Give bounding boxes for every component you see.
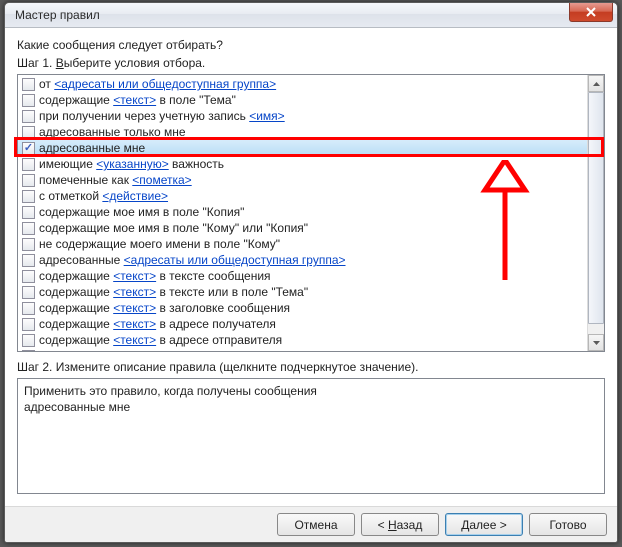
condition-link[interactable]: <текст> <box>113 285 156 299</box>
condition-checkbox[interactable] <box>22 158 35 171</box>
condition-text: адресованные мне <box>39 141 145 155</box>
back-button[interactable]: < Назад <box>361 513 439 536</box>
condition-checkbox[interactable] <box>22 206 35 219</box>
condition-row[interactable]: с отметкой <действие> <box>18 188 587 204</box>
close-button[interactable] <box>569 3 613 22</box>
condition-text: адресованные <адресаты или общедоступная… <box>39 253 346 267</box>
condition-text: не содержащие моего имени в поле "Кому" <box>39 237 280 251</box>
condition-link[interactable]: <адресаты или общедоступная группа> <box>124 253 346 267</box>
condition-row[interactable]: содержащие <текст> в поле "Тема" <box>18 92 587 108</box>
condition-checkbox[interactable] <box>22 286 35 299</box>
scroll-thumb[interactable] <box>588 92 604 324</box>
condition-text: содержащие мое имя в поле "Копия" <box>39 205 244 219</box>
condition-checkbox[interactable] <box>22 190 35 203</box>
chevron-up-icon <box>593 82 600 86</box>
condition-checkbox[interactable] <box>22 254 35 267</box>
condition-link[interactable]: <текст> <box>113 93 156 107</box>
next-button[interactable]: Далее > <box>445 513 523 536</box>
condition-text: содержащие <текст> в заголовке сообщения <box>39 301 290 315</box>
condition-row[interactable]: содержащие <текст> в адресе получателя <box>18 316 587 332</box>
step1-label: Шаг 1. Выберите условия отбора. <box>17 56 605 70</box>
condition-link[interactable]: <указанную> <box>96 157 169 171</box>
scrollbar[interactable] <box>587 75 604 351</box>
condition-checkbox[interactable] <box>22 334 35 347</box>
client-area: Какие сообщения следует отбирать? Шаг 1.… <box>5 28 617 506</box>
condition-row[interactable]: содержащие мое имя в поле "Копия" <box>18 204 587 220</box>
window-title: Мастер правил <box>15 8 100 22</box>
condition-row[interactable]: не содержащие моего имени в поле "Кому" <box>18 236 587 252</box>
cancel-button[interactable]: Отмена <box>277 513 355 536</box>
step2-label: Шаг 2. Измените описание правила (щелкни… <box>17 360 605 374</box>
close-icon <box>586 7 596 17</box>
condition-text: при получении через учетную запись <имя> <box>39 109 285 123</box>
condition-text: содержащие <текст> в поле "Тема" <box>39 93 236 107</box>
condition-link[interactable]: <действие> <box>102 189 168 203</box>
condition-row[interactable]: адресованные только мне <box>18 124 587 140</box>
condition-checkbox[interactable] <box>22 110 35 123</box>
condition-text: имеющие <указанную> важность <box>39 157 224 171</box>
condition-row[interactable]: содержащие <текст> в тексте сообщения <box>18 268 587 284</box>
condition-row[interactable]: содержащие <текст> в заголовке сообщения <box>18 300 587 316</box>
condition-text: содержащие <текст> в тексте или в поле "… <box>39 285 308 299</box>
condition-checkbox[interactable] <box>22 78 35 91</box>
condition-text: содержащие <текст> в тексте сообщения <box>39 269 271 283</box>
condition-link[interactable]: <имя> <box>113 349 148 351</box>
condition-checkbox[interactable] <box>22 126 35 139</box>
condition-text: содержащие мое имя в поле "Кому" или "Ко… <box>39 221 308 235</box>
description-line: Применить это правило, когда получены со… <box>24 383 598 399</box>
description-line: адресованные мне <box>24 399 598 415</box>
condition-text: из категории <имя> <box>39 349 148 351</box>
dialog-window: Мастер правил Какие сообщения следует от… <box>4 2 618 543</box>
conditions-list: от <адресаты или общедоступная группа> со… <box>18 75 587 351</box>
condition-checkbox[interactable] <box>22 350 35 352</box>
condition-checkbox[interactable] <box>22 174 35 187</box>
condition-text: адресованные только мне <box>39 125 186 139</box>
conditions-listbox[interactable]: от <адресаты или общедоступная группа> со… <box>17 74 605 352</box>
scroll-up-button[interactable] <box>588 75 604 92</box>
condition-checkbox[interactable] <box>22 270 35 283</box>
condition-link[interactable]: <текст> <box>113 269 156 283</box>
condition-link[interactable]: <пометка> <box>132 173 191 187</box>
condition-row[interactable]: содержащие <текст> в адресе отправителя <box>18 332 587 348</box>
rule-description-box[interactable]: Применить это правило, когда получены со… <box>17 378 605 494</box>
condition-checkbox[interactable] <box>22 94 35 107</box>
condition-checkbox[interactable] <box>22 318 35 331</box>
condition-checkbox[interactable] <box>22 302 35 315</box>
condition-row[interactable]: содержащие мое имя в поле "Кому" или "Ко… <box>18 220 587 236</box>
condition-row[interactable]: адресованные мне <box>18 140 587 156</box>
titlebar[interactable]: Мастер правил <box>5 3 617 28</box>
condition-row[interactable]: адресованные <адресаты или общедоступная… <box>18 252 587 268</box>
condition-row[interactable]: при получении через учетную запись <имя> <box>18 108 587 124</box>
scroll-track[interactable] <box>588 92 604 334</box>
condition-text: содержащие <текст> в адресе отправителя <box>39 333 282 347</box>
condition-link[interactable]: <текст> <box>113 301 156 315</box>
finish-button[interactable]: Готово <box>529 513 607 536</box>
dialog-footer: Отмена < Назад Далее > Готово <box>5 506 617 542</box>
condition-checkbox[interactable] <box>22 238 35 251</box>
condition-text: с отметкой <действие> <box>39 189 168 203</box>
condition-link[interactable]: <текст> <box>113 333 156 347</box>
condition-link[interactable]: <адресаты или общедоступная группа> <box>54 77 276 91</box>
condition-text: от <адресаты или общедоступная группа> <box>39 77 276 91</box>
condition-row[interactable]: имеющие <указанную> важность <box>18 156 587 172</box>
condition-row[interactable]: от <адресаты или общедоступная группа> <box>18 76 587 92</box>
condition-text: помеченные как <пометка> <box>39 173 192 187</box>
scroll-down-button[interactable] <box>588 334 604 351</box>
condition-row[interactable]: содержащие <текст> в тексте или в поле "… <box>18 284 587 300</box>
question-label: Какие сообщения следует отбирать? <box>17 38 605 52</box>
condition-link[interactable]: <текст> <box>113 317 156 331</box>
condition-link[interactable]: <имя> <box>249 109 284 123</box>
condition-row[interactable]: помеченные как <пометка> <box>18 172 587 188</box>
condition-checkbox[interactable] <box>22 142 35 155</box>
chevron-down-icon <box>593 341 600 345</box>
condition-checkbox[interactable] <box>22 222 35 235</box>
condition-row[interactable]: из категории <имя> <box>18 348 587 351</box>
condition-text: содержащие <текст> в адресе получателя <box>39 317 276 331</box>
